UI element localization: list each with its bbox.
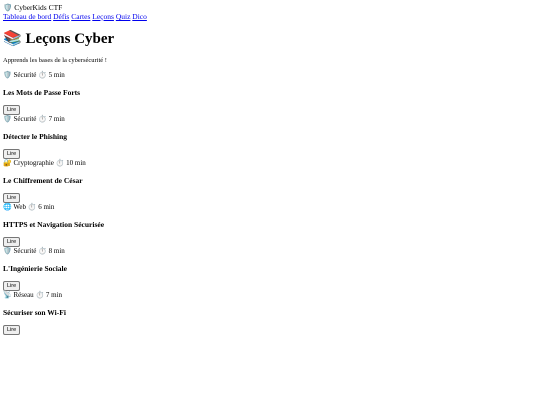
main-nav: Tableau de bord Défis Cartes Leçons Quiz… — [3, 12, 537, 21]
lock-icon: 🔐 — [3, 159, 12, 167]
lesson-meta: 🛡️ Sécurité ⏱️ 5 min — [3, 71, 537, 80]
satellite-antenna-icon: 📡 — [3, 291, 12, 299]
nav-link-lessons[interactable]: Leçons — [92, 12, 114, 21]
read-button[interactable]: Lire — [3, 237, 21, 247]
lesson-meta: 🔐 Cryptographie ⏱️ 10 min — [3, 159, 537, 168]
nav-link-dashboard[interactable]: Tableau de bord — [3, 12, 51, 21]
read-button[interactable]: Lire — [3, 149, 21, 159]
lesson-title: Détecter le Phishing — [3, 132, 68, 141]
lesson-category: Web — [13, 203, 26, 211]
nav-link-dictionary[interactable]: Dico — [132, 12, 147, 21]
page-subtitle: Apprends les bases de la cybersécurité ! — [3, 57, 107, 64]
lesson-duration: 7 min — [45, 291, 63, 299]
app-name: CyberKids CTF — [14, 3, 63, 12]
stopwatch-icon: ⏱️ — [55, 159, 65, 167]
lesson-duration: 8 min — [48, 247, 65, 255]
lesson-item: 🔐 Cryptographie ⏱️ 10 min Le Chiffrement… — [3, 159, 537, 203]
nav-link-quiz[interactable]: Quiz — [116, 12, 131, 21]
lesson-category: Sécurité — [13, 71, 37, 79]
page-title-text: Leçons Cyber — [25, 31, 115, 47]
read-button[interactable]: Lire — [3, 325, 21, 335]
lesson-category: Réseau — [13, 291, 34, 299]
stopwatch-icon: ⏱️ — [35, 291, 45, 299]
lesson-duration: 10 min — [66, 159, 86, 167]
lesson-item: 🌐 Web ⏱️ 6 min HTTPS et Navigation Sécur… — [3, 203, 537, 247]
lesson-item: 🛡️ Sécurité ⏱️ 7 min Détecter le Phishin… — [3, 115, 537, 159]
app-brand: 🛡️ CyberKids CTF — [3, 3, 537, 12]
stopwatch-icon: ⏱️ — [27, 203, 37, 211]
books-icon: 📚 — [3, 29, 22, 47]
shield-icon: 🛡️ — [3, 115, 12, 123]
shield-icon: 🛡️ — [3, 247, 12, 255]
lesson-meta: 📡 Réseau ⏱️ 7 min — [3, 291, 537, 300]
shield-icon: 🛡️ — [3, 3, 13, 12]
lesson-meta: 🛡️ Sécurité ⏱️ 8 min — [3, 247, 537, 256]
lesson-title: Le Chiffrement de César — [3, 176, 83, 185]
lesson-item: 🛡️ Sécurité ⏱️ 8 min L'Ingénierie Social… — [3, 247, 537, 291]
globe-icon: 🌐 — [3, 203, 12, 211]
read-button[interactable]: Lire — [3, 281, 21, 291]
lesson-title: HTTPS et Navigation Sécurisée — [3, 220, 105, 229]
stopwatch-icon: ⏱️ — [38, 247, 47, 255]
lesson-list: 🛡️ Sécurité ⏱️ 5 min Les Mots de Passe F… — [3, 71, 537, 335]
nav-link-challenges[interactable]: Défis — [53, 12, 69, 21]
lesson-duration: 7 min — [48, 115, 65, 123]
stopwatch-icon: ⏱️ — [38, 71, 47, 79]
lesson-category: Sécurité — [13, 247, 37, 255]
shield-icon: 🛡️ — [3, 71, 12, 79]
lesson-category: Cryptographie — [13, 159, 54, 167]
lesson-item: 🛡️ Sécurité ⏱️ 5 min Les Mots de Passe F… — [3, 71, 537, 115]
page-title: 📚 Leçons Cyber — [3, 29, 537, 48]
page: 🛡️ CyberKids CTF Tableau de bord Défis C… — [0, 0, 540, 405]
lesson-category: Sécurité — [13, 115, 37, 123]
read-button[interactable]: Lire — [3, 193, 21, 203]
lesson-meta: 🌐 Web ⏱️ 6 min — [3, 203, 537, 212]
lesson-title: Les Mots de Passe Forts — [3, 88, 81, 97]
lesson-meta: 🛡️ Sécurité ⏱️ 7 min — [3, 115, 537, 124]
read-button[interactable]: Lire — [3, 105, 21, 115]
lesson-title: Sécuriser son Wi-Fi — [3, 308, 66, 317]
nav-link-cards[interactable]: Cartes — [71, 12, 90, 21]
lesson-duration: 6 min — [38, 203, 55, 211]
lesson-item: 📡 Réseau ⏱️ 7 min Sécuriser son Wi-Fi Li… — [3, 291, 537, 335]
lesson-duration: 5 min — [48, 71, 65, 79]
lesson-title: L'Ingénierie Sociale — [3, 264, 67, 273]
stopwatch-icon: ⏱️ — [38, 115, 47, 123]
